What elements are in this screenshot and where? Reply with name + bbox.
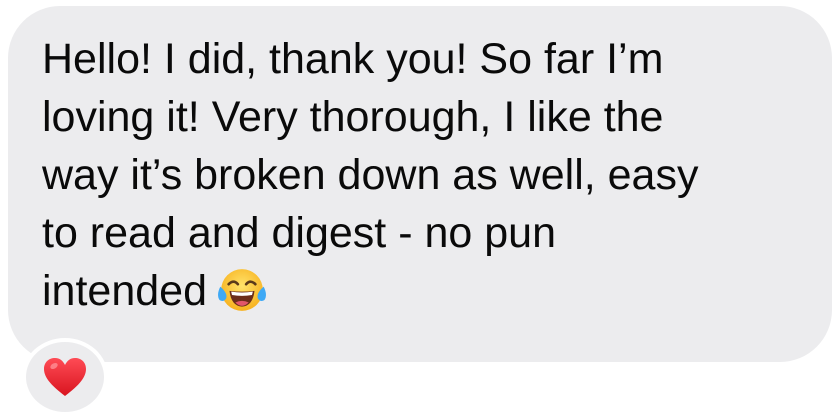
face-with-tears-of-joy-icon — [218, 269, 266, 311]
message-line: Hello! I did, thank you! So far I’m — [42, 35, 664, 83]
message-view: Hello! I did, thank you! So far I’m lovi… — [0, 0, 836, 414]
reaction-badge[interactable] — [22, 338, 108, 414]
message-line: intended — [42, 267, 207, 315]
message-line: loving it! Very thorough, I like the — [42, 93, 664, 141]
red-heart-icon — [44, 358, 86, 396]
message-line: to read and digest - no pun — [42, 209, 556, 257]
message-bubble[interactable]: Hello! I did, thank you! So far I’m lovi… — [8, 6, 832, 362]
message-line: way it’s broken down as well, easy — [42, 151, 699, 199]
message-text: Hello! I did, thank you! So far I’m lovi… — [42, 30, 802, 320]
